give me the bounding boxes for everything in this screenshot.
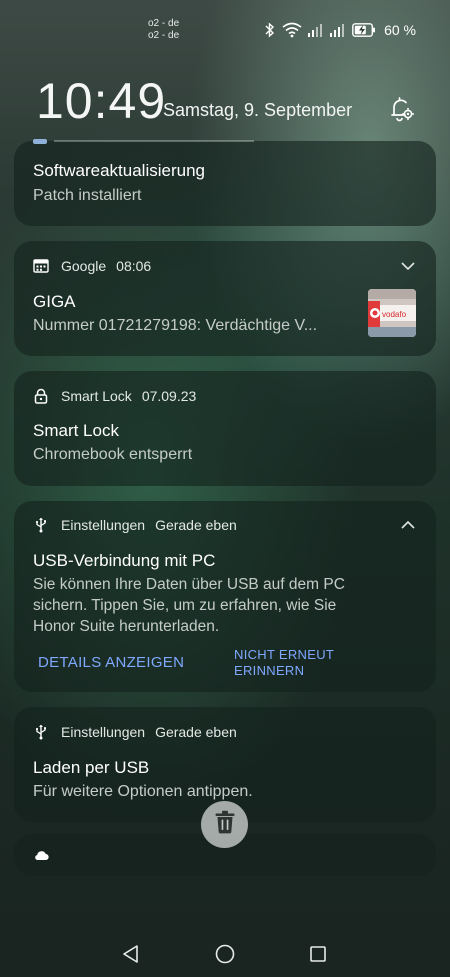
- notification-title: GIGA: [33, 292, 76, 311]
- button-label-line: ERINNERN: [234, 663, 305, 678]
- app-name: Smart Lock: [61, 388, 132, 404]
- lockscreen-clock: 10:49: [36, 73, 167, 129]
- notification-title: USB-Verbindung mit PC: [33, 551, 216, 570]
- recents-icon[interactable]: [306, 942, 330, 966]
- notification-title: Laden per USB: [33, 758, 150, 777]
- notification-text-line: sichern. Tippen Sie, um zu erfahren, wie…: [33, 597, 337, 614]
- notification-time: 07.09.23: [141, 388, 197, 404]
- notification-text-line: Honor Suite herunterladen.: [33, 618, 220, 635]
- notification-time: Gerade eben: [155, 517, 237, 533]
- notification-google[interactable]: Google 08:06 GIGA Nummer 01721279198: Ve…: [14, 241, 436, 356]
- notification-thumbnail: vodafo: [368, 289, 416, 337]
- svg-text:vodafo: vodafo: [382, 310, 407, 319]
- notification-smart-lock[interactable]: Smart Lock 07.09.23 Smart Lock Chromeboo…: [14, 371, 436, 486]
- home-icon[interactable]: [213, 942, 237, 966]
- chevron-down-icon[interactable]: [400, 258, 416, 274]
- notification-text: Nummer 01721279198: Verdächtige V...: [33, 317, 318, 334]
- notification-text-line: Sie können Ihre Daten über USB auf dem P…: [33, 576, 345, 593]
- app-icon: [33, 139, 47, 144]
- battery-charging-icon: [352, 23, 376, 37]
- notification-title: Smart Lock: [33, 421, 119, 440]
- navigation-bar: [0, 940, 450, 970]
- notification-software-update[interactable]: Softwareaktualisierung Patch installiert: [14, 139, 436, 226]
- notification-time: Gerade eben: [155, 724, 237, 740]
- notification-text: Für weitere Optionen antippen.: [33, 783, 253, 800]
- button-label-line: NICHT ERNEUT: [234, 647, 335, 662]
- truncated-header: [54, 140, 254, 142]
- usb-icon: [33, 517, 49, 533]
- back-icon[interactable]: [119, 942, 143, 966]
- clear-all-button[interactable]: [201, 801, 248, 848]
- lockscreen-date: Samstag, 9. September: [163, 100, 353, 120]
- trash-icon: [214, 810, 236, 839]
- carrier-label-2: o2 - de: [148, 30, 180, 41]
- signal-icon: [330, 23, 346, 37]
- details-anzeigen-button[interactable]: DETAILS ANZEIGEN: [38, 654, 184, 671]
- battery-percent: 60 %: [384, 22, 416, 38]
- carrier-info: o2 - de o2 - de: [148, 18, 179, 42]
- chevron-up-icon[interactable]: [400, 517, 416, 533]
- usb-icon: [33, 724, 49, 740]
- app-name: Einstellungen: [61, 517, 146, 533]
- notification-text: Patch installiert: [33, 187, 142, 204]
- wifi-icon: [282, 22, 302, 38]
- notification-text: Chromebook entsperrt: [33, 446, 193, 463]
- bluetooth-icon: [264, 22, 276, 38]
- lock-icon: [33, 388, 49, 404]
- app-name: Einstellungen: [61, 724, 146, 740]
- status-bar: o2 - de o2 - de 60 %: [0, 18, 450, 44]
- notification-title: Softwareaktualisierung: [33, 161, 205, 180]
- signal-icon: [308, 23, 324, 37]
- app-name: Google: [61, 258, 107, 274]
- notification-settings-icon[interactable]: [386, 94, 416, 124]
- notification-text: Sie können Ihre Daten über USB auf dem P…: [33, 574, 345, 637]
- notification-time: 08:06: [116, 258, 152, 274]
- carrier-label-1: o2 - de: [148, 18, 180, 29]
- calendar-icon: [33, 258, 49, 274]
- cloud-icon: [33, 848, 49, 866]
- nicht-erneut-erinnern-button[interactable]: NICHT ERNEUT ERINNERN: [234, 647, 334, 679]
